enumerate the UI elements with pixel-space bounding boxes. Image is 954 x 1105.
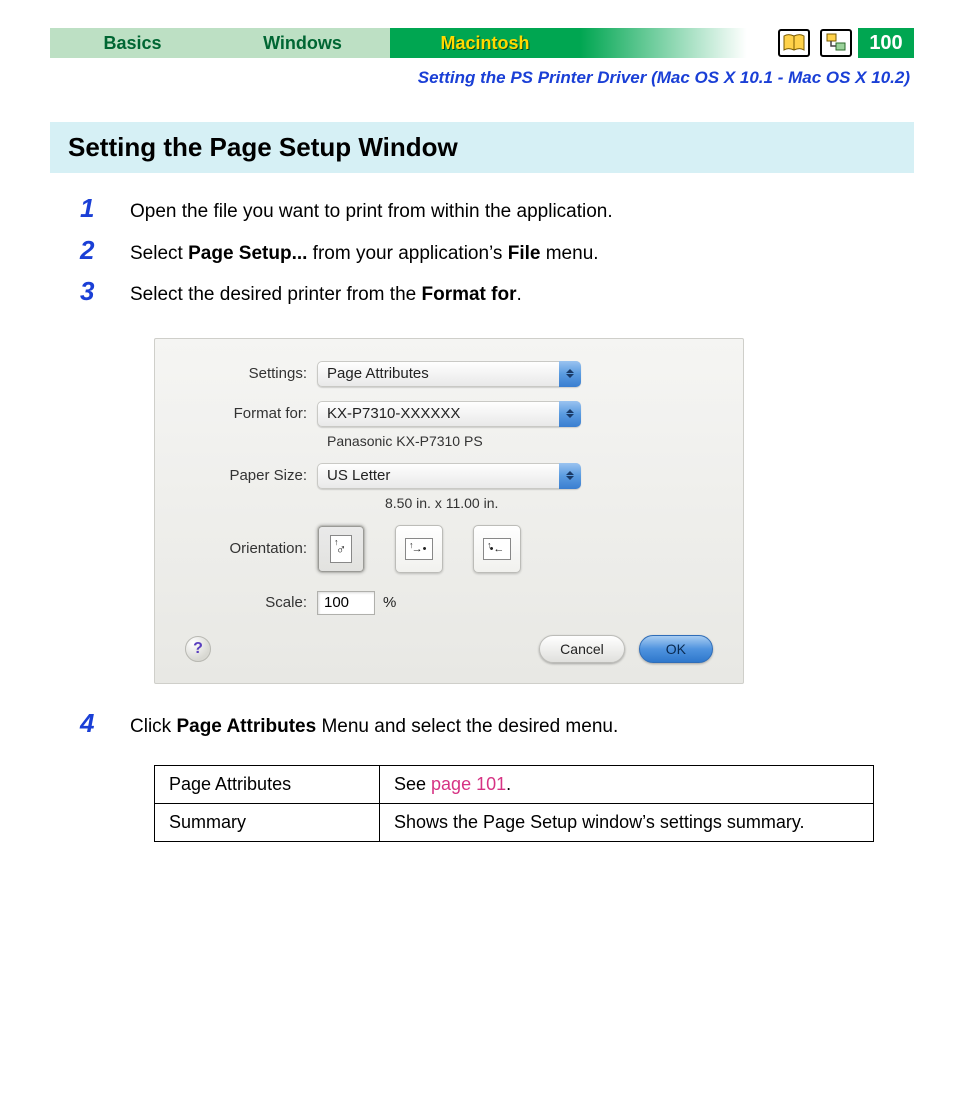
dropdown-arrows-icon bbox=[559, 401, 581, 427]
page-link[interactable]: page 101 bbox=[431, 774, 506, 794]
step-4: 4 Click Page Attributes Menu and select … bbox=[80, 708, 914, 742]
format-for-subtext: Panasonic KX-P7310 PS bbox=[327, 433, 713, 449]
help-button[interactable]: ? bbox=[185, 636, 211, 662]
label-orientation: Orientation: bbox=[185, 540, 317, 557]
step-number: 1 bbox=[80, 193, 130, 224]
step-number: 2 bbox=[80, 235, 130, 266]
page-number: 100 bbox=[858, 28, 914, 58]
label-paper-size: Paper Size: bbox=[185, 467, 317, 484]
section-title: Setting the Page Setup Window bbox=[50, 122, 914, 173]
header-icon-area bbox=[580, 28, 858, 58]
orientation-portrait-button[interactable]: ♂︎ ↑ bbox=[317, 525, 365, 573]
table-row: Summary Shows the Page Setup window’s se… bbox=[155, 804, 874, 842]
format-for-select[interactable]: KX-P7310-XXXXXX bbox=[317, 401, 581, 427]
orientation-landscape-button[interactable]: →• ↑ bbox=[395, 525, 443, 573]
table-cell: Shows the Page Setup window’s settings s… bbox=[380, 804, 874, 842]
step-2: 2 Select Page Setup... from your applica… bbox=[80, 235, 914, 269]
step-text: Open the file you want to print from wit… bbox=[130, 198, 914, 227]
header-tabs: Basics Windows Macintosh 100 bbox=[50, 28, 914, 58]
ok-button[interactable]: OK bbox=[639, 635, 713, 663]
table-cell: Page Attributes bbox=[155, 766, 380, 804]
dropdown-arrows-icon bbox=[559, 463, 581, 489]
step-1: 1 Open the file you want to print from w… bbox=[80, 193, 914, 227]
label-format-for: Format for: bbox=[185, 405, 317, 422]
step-text: Select the desired printer from the Form… bbox=[130, 281, 914, 310]
step-number: 3 bbox=[80, 276, 130, 307]
tab-basics[interactable]: Basics bbox=[50, 28, 215, 58]
cancel-button[interactable]: Cancel bbox=[539, 635, 625, 663]
scale-input[interactable] bbox=[317, 591, 375, 615]
tab-macintosh[interactable]: Macintosh bbox=[390, 28, 580, 58]
table-row: Page Attributes See page 101. bbox=[155, 766, 874, 804]
book-icon[interactable] bbox=[778, 29, 810, 57]
portrait-page-icon: ♂︎ ↑ bbox=[330, 535, 352, 563]
table-cell: See page 101. bbox=[380, 766, 874, 804]
network-icon[interactable] bbox=[820, 29, 852, 57]
tab-windows[interactable]: Windows bbox=[215, 28, 390, 58]
table-cell: Summary bbox=[155, 804, 380, 842]
label-settings: Settings: bbox=[185, 365, 317, 382]
step-text: Click Page Attributes Menu and select th… bbox=[130, 713, 914, 742]
step-3: 3 Select the desired printer from the Fo… bbox=[80, 276, 914, 310]
landscape-rev-page-icon: •← ↑ bbox=[483, 538, 511, 560]
breadcrumb[interactable]: Setting the PS Printer Driver (Mac OS X … bbox=[50, 68, 914, 88]
menu-description-table: Page Attributes See page 101. Summary Sh… bbox=[154, 765, 874, 842]
settings-select[interactable]: Page Attributes bbox=[317, 361, 581, 387]
paper-size-select[interactable]: US Letter bbox=[317, 463, 581, 489]
dropdown-arrows-icon bbox=[559, 361, 581, 387]
scale-unit: % bbox=[383, 594, 396, 611]
paper-size-subtext: 8.50 in. x 11.00 in. bbox=[385, 495, 713, 511]
step-number: 4 bbox=[80, 708, 130, 739]
step-text: Select Page Setup... from your applicati… bbox=[130, 240, 914, 269]
orientation-landscape-rev-button[interactable]: •← ↑ bbox=[473, 525, 521, 573]
landscape-page-icon: →• ↑ bbox=[405, 538, 433, 560]
page-setup-dialog: Settings: Page Attributes Format for: KX… bbox=[154, 338, 744, 684]
label-scale: Scale: bbox=[185, 594, 317, 611]
